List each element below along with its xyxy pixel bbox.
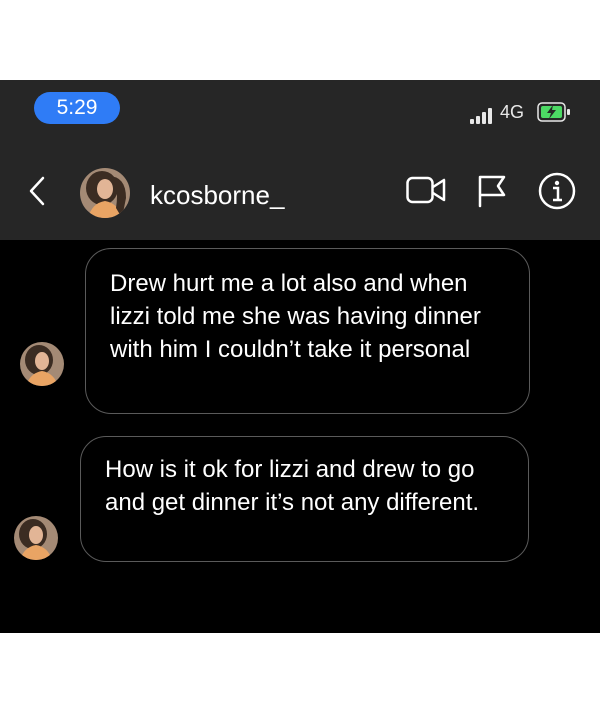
message-bubble[interactable]: How is it ok for lizzi and drew to go an… xyxy=(80,436,529,562)
conversation-header: kcosborne_ xyxy=(0,140,600,240)
sender-avatar[interactable] xyxy=(20,342,64,386)
conversation-username[interactable]: kcosborne_ xyxy=(150,180,284,211)
status-time[interactable]: 5:29 xyxy=(34,92,120,124)
sender-avatar[interactable] xyxy=(14,516,58,560)
signal-bars-icon xyxy=(470,108,492,124)
battery-charging-icon xyxy=(537,102,570,122)
avatar[interactable] xyxy=(80,168,130,218)
message-bubble[interactable]: Drew hurt me a lot also and when lizzi t… xyxy=(85,248,530,414)
info-icon[interactable] xyxy=(538,172,576,215)
instagram-dm-screen: 5:29 4G kcosborne_ Drew hurt me a lot al… xyxy=(0,80,600,633)
message-thread[interactable]: s Drew hurt me a lot also and when lizzi… xyxy=(0,240,600,633)
flag-icon[interactable] xyxy=(476,174,510,213)
status-bar: 5:29 4G xyxy=(0,80,600,140)
video-camera-icon[interactable] xyxy=(406,175,446,210)
chevron-left-icon[interactable] xyxy=(26,176,48,206)
network-type: 4G xyxy=(500,102,525,122)
